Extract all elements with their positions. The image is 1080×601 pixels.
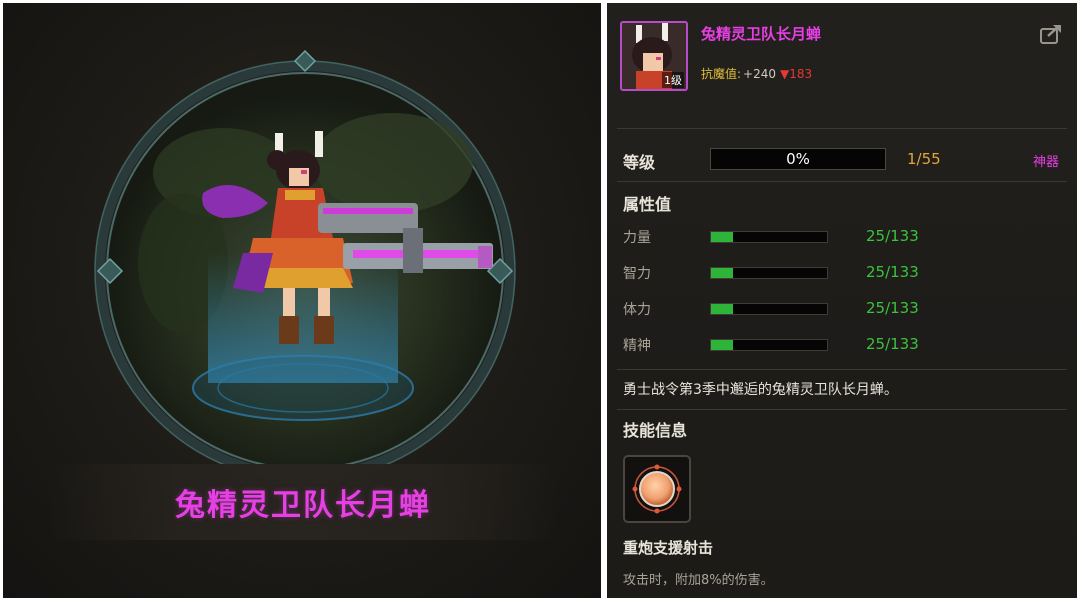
attribute-label: 智力	[623, 266, 651, 282]
resistance-decrease: ▼183	[780, 67, 812, 81]
divider	[617, 128, 1067, 129]
experience-percent: 0%	[786, 150, 810, 168]
divider	[617, 369, 1067, 370]
level-badge: 1级	[662, 72, 684, 88]
attribute-value: 25/133	[866, 299, 919, 317]
attribute-value: 25/133	[866, 227, 919, 245]
pet-name-banner: 兔精灵卫队长月蝉	[48, 464, 558, 540]
attribute-value: 25/133	[866, 263, 919, 281]
pet-sprite-image	[202, 131, 493, 344]
resistance-value: +240	[743, 67, 777, 81]
attribute-bar-fill	[711, 304, 734, 314]
attribute-bar	[710, 303, 828, 315]
pet-description: 勇士战令第3季中邂逅的兔精灵卫队长月蝉。	[623, 382, 898, 398]
attribute-label: 体力	[623, 302, 651, 318]
skill-section-title: 技能信息	[623, 421, 688, 440]
attributes-title: 属性值	[623, 195, 672, 214]
share-button[interactable]	[1039, 23, 1063, 45]
level-label: 等级	[623, 153, 656, 172]
attribute-bar-fill	[711, 232, 734, 242]
skill-slot[interactable]	[623, 455, 691, 523]
divider	[617, 181, 1067, 182]
attribute-bar-fill	[711, 340, 734, 350]
pet-name-large: 兔精灵卫队长月蝉	[175, 488, 431, 523]
skill-name: 重炮支援射击	[623, 539, 714, 557]
level-count: 1/55	[907, 150, 941, 168]
pet-name-title: 兔精灵卫队长月蝉	[701, 25, 822, 43]
pet-portrait-icon[interactable]: 1级	[620, 21, 688, 91]
attribute-bar	[710, 339, 828, 351]
level-row: 等级 0% 1/55 神器	[607, 143, 1077, 173]
artifact-link[interactable]: 神器	[1033, 151, 1059, 170]
pet-header: 1级 兔精灵卫队长月蝉 抗魔值: +240 ▼183	[607, 3, 1077, 128]
share-icon	[1040, 25, 1061, 44]
attribute-label: 精神	[623, 338, 651, 354]
attribute-bar-fill	[711, 268, 734, 278]
skill-description: 攻击时，附加8%的伤害。	[623, 573, 774, 588]
divider	[617, 409, 1067, 410]
attribute-row-vitality: 体力 25/133	[607, 297, 1077, 321]
down-arrow-icon: ▼	[780, 67, 790, 81]
pet-showcase-panel: 兔精灵卫队长月蝉	[3, 3, 601, 598]
resistance-decrease-value: 183	[789, 67, 813, 81]
attribute-row-strength: 力量 25/133	[607, 225, 1077, 249]
cannon-target-icon	[632, 464, 682, 514]
attribute-bar	[710, 231, 828, 243]
attribute-bar	[710, 267, 828, 279]
attribute-row-spirit: 精神 25/133	[607, 333, 1077, 357]
attribute-label: 力量	[623, 230, 651, 246]
pet-info-panel: 1级 兔精灵卫队长月蝉 抗魔值: +240 ▼183 等级 0% 1/55 神器 属…	[607, 3, 1077, 598]
attribute-row-intelligence: 智力 25/133	[607, 261, 1077, 285]
resistance-stat: 抗魔值: +240 ▼183	[701, 65, 812, 82]
experience-bar: 0%	[710, 148, 886, 170]
attribute-value: 25/133	[866, 335, 919, 353]
resistance-label: 抗魔值:	[701, 67, 742, 81]
